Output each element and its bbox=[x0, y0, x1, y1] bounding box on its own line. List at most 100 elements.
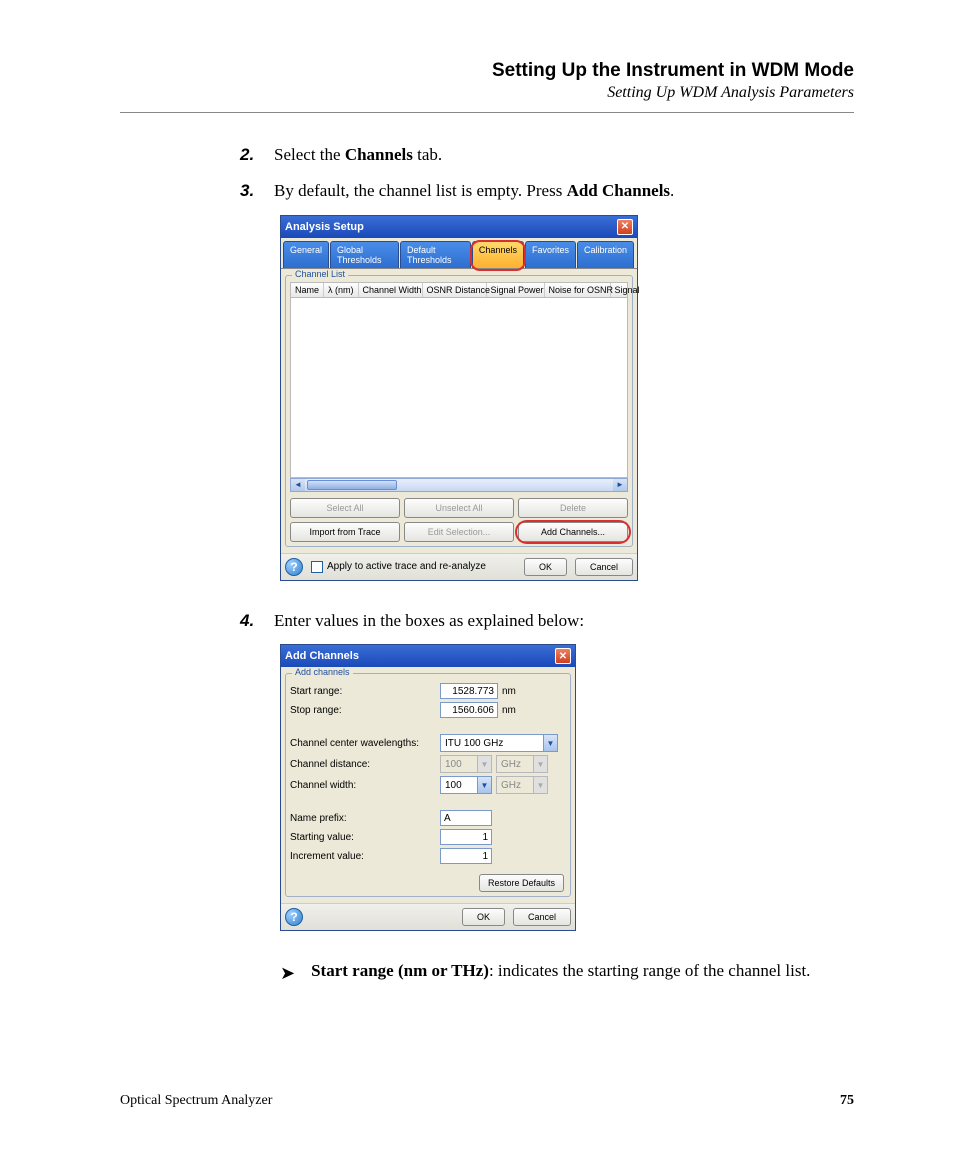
channel-list-group: Channel List Name λ (nm) Channel Width O… bbox=[285, 275, 633, 547]
col-osnr-distance[interactable]: OSNR Distance bbox=[423, 283, 487, 297]
tab-calibration[interactable]: Calibration bbox=[577, 241, 634, 268]
delete-button[interactable]: Delete bbox=[518, 498, 628, 518]
chevron-down-icon: ▼ bbox=[533, 756, 547, 772]
step-text-bold: Add Channels bbox=[567, 181, 670, 200]
table-header: Name λ (nm) Channel Width OSNR Distance … bbox=[290, 282, 628, 298]
analysis-setup-dialog: Analysis Setup ✕ General Global Threshol… bbox=[280, 215, 638, 581]
bullet-start-range: ➤ Start range (nm or THz): indicates the… bbox=[280, 959, 854, 986]
name-prefix-input[interactable] bbox=[440, 810, 492, 826]
unselect-all-button[interactable]: Unselect All bbox=[404, 498, 514, 518]
page-header: Setting Up the Instrument in WDM Mode Se… bbox=[120, 60, 854, 102]
combo-text: GHz bbox=[497, 779, 533, 792]
step-text-post: tab. bbox=[413, 145, 442, 164]
select-all-button[interactable]: Select All bbox=[290, 498, 400, 518]
tab-channels-label: Channels bbox=[479, 245, 517, 255]
channel-width-combo[interactable]: 100 ▼ bbox=[440, 776, 492, 794]
channel-distance-label: Channel distance: bbox=[290, 759, 440, 770]
col-channel-width[interactable]: Channel Width bbox=[359, 283, 423, 297]
start-range-row: Start range: nm bbox=[290, 683, 566, 699]
bullet-arrow-icon: ➤ bbox=[280, 961, 295, 986]
close-icon[interactable]: ✕ bbox=[555, 648, 571, 664]
unit-nm: nm bbox=[502, 686, 516, 697]
col-signal[interactable]: Signal bbox=[611, 283, 644, 297]
scroll-track[interactable] bbox=[397, 479, 613, 491]
close-icon[interactable]: ✕ bbox=[617, 219, 633, 235]
step-text: Select the Channels tab. bbox=[274, 143, 442, 167]
tab-channels[interactable]: Channels bbox=[472, 241, 524, 268]
bullet-bold: Start range (nm or THz) bbox=[311, 961, 489, 980]
horizontal-scrollbar[interactable]: ◄ ► bbox=[290, 478, 628, 492]
step-text-pre: Select the bbox=[274, 145, 345, 164]
step-4: 4. Enter values in the boxes as explaine… bbox=[240, 609, 854, 633]
cancel-button[interactable]: Cancel bbox=[575, 558, 633, 576]
dialog-titlebar[interactable]: Add Channels ✕ bbox=[281, 645, 575, 667]
footer-product: Optical Spectrum Analyzer bbox=[120, 1093, 272, 1109]
apply-checkbox-row[interactable]: Apply to active trace and re-analyze bbox=[311, 561, 486, 573]
cancel-button[interactable]: Cancel bbox=[513, 908, 571, 926]
stop-range-row: Stop range: nm bbox=[290, 702, 566, 718]
starting-value-input[interactable] bbox=[440, 829, 492, 845]
increment-value-input[interactable] bbox=[440, 848, 492, 864]
ok-button[interactable]: OK bbox=[462, 908, 505, 926]
starting-value-label: Starting value: bbox=[290, 832, 440, 843]
tab-default-thresholds[interactable]: Default Thresholds bbox=[400, 241, 471, 268]
tab-general[interactable]: General bbox=[283, 241, 329, 268]
step-text: Enter values in the boxes as explained b… bbox=[274, 609, 584, 633]
tab-favorites[interactable]: Favorites bbox=[525, 241, 576, 268]
edit-selection-button[interactable]: Edit Selection... bbox=[404, 522, 514, 542]
add-channels-button[interactable]: Add Channels... bbox=[518, 522, 628, 542]
col-noise-osnr[interactable]: Noise for OSNR bbox=[545, 283, 611, 297]
name-prefix-label: Name prefix: bbox=[290, 813, 440, 824]
combo-text: GHz bbox=[497, 758, 533, 771]
restore-defaults-row: Restore Defaults bbox=[290, 874, 564, 892]
name-prefix-row: Name prefix: bbox=[290, 810, 566, 826]
channel-width-row: Channel width: 100 ▼ GHz ▼ bbox=[290, 776, 566, 794]
channel-distance-combo: 100 ▼ bbox=[440, 755, 492, 773]
channel-width-label: Channel width: bbox=[290, 780, 440, 791]
header-title: Setting Up the Instrument in WDM Mode bbox=[120, 60, 854, 82]
step-3: 3. By default, the channel list is empty… bbox=[240, 179, 854, 203]
step-text: By default, the channel list is empty. P… bbox=[274, 179, 674, 203]
increment-value-label: Increment value: bbox=[290, 851, 440, 862]
header-subtitle: Setting Up WDM Analysis Parameters bbox=[120, 84, 854, 102]
tab-row: General Global Thresholds Default Thresh… bbox=[281, 238, 637, 269]
scroll-right-icon[interactable]: ► bbox=[613, 479, 627, 491]
scroll-left-icon[interactable]: ◄ bbox=[291, 479, 305, 491]
step-number: 3. bbox=[240, 179, 274, 203]
page-footer: Optical Spectrum Analyzer 75 bbox=[120, 1093, 854, 1109]
start-range-label: Start range: bbox=[290, 686, 440, 697]
bullet-text: Start range (nm or THz): indicates the s… bbox=[311, 959, 810, 986]
step-number: 2. bbox=[240, 143, 274, 167]
col-name[interactable]: Name bbox=[291, 283, 324, 297]
channel-width-unit-combo: GHz ▼ bbox=[496, 776, 548, 794]
table-body[interactable] bbox=[290, 298, 628, 478]
analysis-setup-screenshot: Analysis Setup ✕ General Global Threshol… bbox=[280, 215, 854, 581]
chevron-down-icon[interactable]: ▼ bbox=[543, 735, 557, 751]
increment-value-row: Increment value: bbox=[290, 848, 566, 864]
help-icon[interactable]: ? bbox=[285, 908, 303, 926]
chevron-down-icon[interactable]: ▼ bbox=[477, 777, 491, 793]
stop-range-input[interactable] bbox=[440, 702, 498, 718]
scroll-thumb[interactable] bbox=[307, 480, 397, 490]
col-signal-power[interactable]: Signal Power bbox=[487, 283, 545, 297]
group-title: Add channels bbox=[292, 667, 353, 677]
bullet-rest: : indicates the starting range of the ch… bbox=[489, 961, 810, 980]
footer-page-number: 75 bbox=[840, 1093, 854, 1109]
center-wavelengths-combo[interactable]: ITU 100 GHz ▼ bbox=[440, 734, 558, 752]
dialog-titlebar[interactable]: Analysis Setup ✕ bbox=[281, 216, 637, 238]
center-wavelengths-row: Channel center wavelengths: ITU 100 GHz … bbox=[290, 734, 566, 752]
tab-global-thresholds[interactable]: Global Thresholds bbox=[330, 241, 399, 268]
chevron-down-icon: ▼ bbox=[533, 777, 547, 793]
dialog-title: Add Channels bbox=[285, 650, 359, 662]
col-lambda[interactable]: λ (nm) bbox=[324, 283, 359, 297]
apply-checkbox-label: Apply to active trace and re-analyze bbox=[327, 561, 486, 572]
chevron-down-icon: ▼ bbox=[477, 756, 491, 772]
import-from-trace-button[interactable]: Import from Trace bbox=[290, 522, 400, 542]
stop-range-label: Stop range: bbox=[290, 705, 440, 716]
channel-distance-row: Channel distance: 100 ▼ GHz ▼ bbox=[290, 755, 566, 773]
ok-button[interactable]: OK bbox=[524, 558, 567, 576]
start-range-input[interactable] bbox=[440, 683, 498, 699]
restore-defaults-button[interactable]: Restore Defaults bbox=[479, 874, 564, 892]
apply-checkbox[interactable] bbox=[311, 561, 323, 573]
help-icon[interactable]: ? bbox=[285, 558, 303, 576]
